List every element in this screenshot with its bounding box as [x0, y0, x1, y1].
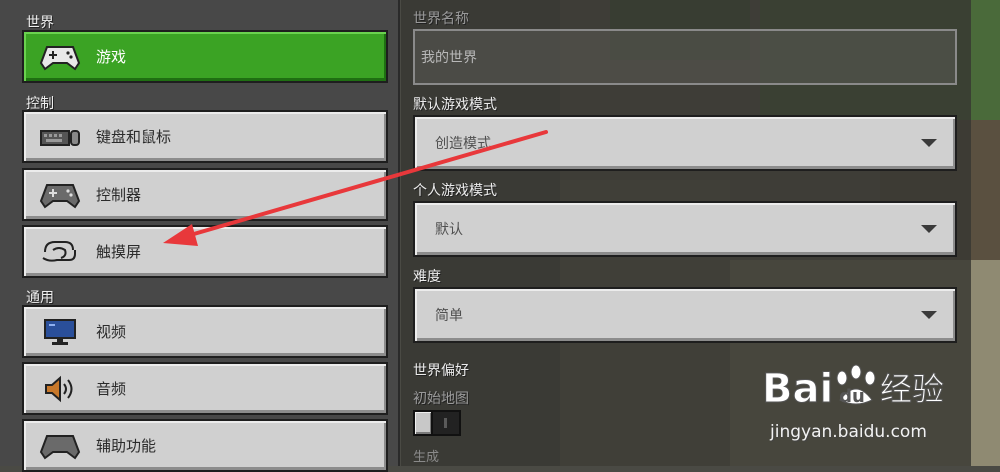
sidebar-item-controller[interactable]: 控制器 — [22, 168, 388, 221]
starting-map-toggle[interactable] — [413, 410, 461, 436]
dropdown-value: 默认 — [435, 222, 463, 238]
world-preferences-heading: 世界偏好 — [413, 363, 469, 379]
baidu-logo: Bai du 经验 — [762, 364, 945, 413]
dropdown-value: 创造模式 — [435, 136, 491, 152]
sidebar-item-label: 辅助功能 — [96, 437, 157, 455]
svg-text:Bai: Bai — [762, 366, 833, 412]
starting-map-label: 初始地图 — [413, 391, 469, 407]
toggle-knob — [413, 410, 433, 436]
sidebar-item-keyboard-mouse[interactable]: 键盘和鼠标 — [22, 110, 388, 163]
sidebar-item-accessibility[interactable]: 辅助功能 — [22, 419, 388, 472]
sidebar-item-game[interactable]: 游戏 — [22, 30, 388, 83]
default-game-mode-dropdown[interactable]: 创造模式 — [413, 115, 957, 171]
speaker-icon — [38, 374, 82, 404]
sidebar-item-label: 游戏 — [96, 48, 127, 66]
section-label-world: 世界 — [26, 15, 54, 31]
dropdown-value: 简单 — [435, 308, 463, 324]
sidebar-item-label: 触摸屏 — [96, 243, 142, 261]
difficulty-label: 难度 — [413, 269, 441, 285]
chevron-down-icon — [921, 311, 937, 319]
sidebar-item-label: 视频 — [96, 323, 127, 341]
world-name-input[interactable]: 我的世界 — [413, 29, 957, 85]
sidebar-item-label: 音频 — [96, 380, 127, 398]
default-game-mode-label: 默认游戏模式 — [413, 97, 497, 113]
sidebar-item-label: 控制器 — [96, 186, 142, 204]
sidebar-item-label: 键盘和鼠标 — [96, 128, 172, 146]
gamepad-icon — [38, 180, 82, 210]
sidebar-item-video[interactable]: 视频 — [22, 305, 388, 358]
world-name-label: 世界名称 — [413, 11, 469, 27]
settings-sidebar: 世界 游戏 控制 键盘和鼠标 控制器 触摸屏 通用 视频 音频 辅助功能 — [0, 0, 400, 472]
difficulty-dropdown[interactable]: 简单 — [413, 287, 957, 343]
cut-off-label: 生成 — [413, 450, 440, 465]
monitor-icon — [38, 317, 82, 347]
touch-hand-icon — [38, 237, 82, 267]
personal-game-mode-dropdown[interactable]: 默认 — [413, 201, 957, 257]
sidebar-item-audio[interactable]: 音频 — [22, 362, 388, 415]
gamepad-icon — [38, 42, 82, 72]
gamepad-icon — [38, 431, 82, 461]
section-label-general: 通用 — [26, 290, 54, 306]
keyboard-mouse-icon — [38, 122, 82, 152]
svg-text:du: du — [839, 386, 865, 407]
svg-text:经验: 经验 — [880, 370, 944, 408]
sidebar-item-touchscreen[interactable]: 触摸屏 — [22, 225, 388, 278]
personal-game-mode-label: 个人游戏模式 — [413, 183, 497, 199]
chevron-down-icon — [921, 139, 937, 147]
chevron-down-icon — [921, 225, 937, 233]
toggle-mark — [444, 418, 447, 428]
watermark-url: jingyan.baidu.com — [770, 422, 927, 442]
